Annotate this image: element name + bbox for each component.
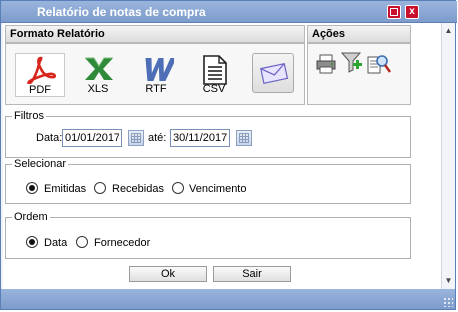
radio-emitidas[interactable] [26, 182, 38, 194]
radio-fornecedor-label: Fornecedor [94, 237, 151, 249]
radio-emitidas-label: Emitidas [44, 183, 87, 195]
radio-data[interactable] [26, 236, 38, 248]
exit-button[interactable]: Sair [213, 266, 291, 282]
export-pdf-button[interactable]: PDF [15, 53, 65, 97]
scroll-down-icon[interactable]: ▼ [442, 275, 455, 287]
status-bar [1, 289, 455, 309]
maximize-button[interactable] [387, 5, 401, 19]
export-panel-header: Formato Relatório [5, 25, 305, 43]
close-button[interactable]: x [405, 5, 419, 19]
csv-icon [203, 55, 227, 85]
actions-panel-header: Ações [307, 25, 411, 43]
search-report-icon[interactable] [367, 53, 391, 75]
order-legend: Ordem [12, 211, 50, 223]
end-date-calendar-icon[interactable] [236, 130, 252, 146]
export-rtf-label: RTF [145, 83, 167, 95]
print-icon[interactable] [315, 53, 337, 75]
ok-button[interactable]: Ok [129, 266, 207, 282]
window-content: Formato Relatório PDF XLS RTF CSV Ações … [3, 23, 441, 289]
radio-vencimento-label: Vencimento [189, 183, 247, 195]
order-group: Ordem Data Fornecedor [5, 211, 411, 259]
select-legend: Selecionar [12, 158, 68, 170]
export-rtf-button[interactable]: RTF [131, 53, 181, 97]
actions-panel-title: Ações [312, 28, 346, 40]
date-label: Data: [36, 132, 63, 144]
start-date-calendar-icon[interactable] [128, 130, 144, 146]
export-xls-label: XLS [87, 83, 109, 95]
select-group: Selecionar Emitidas Recebidas Vencimento [5, 158, 411, 204]
resize-grip-icon[interactable] [443, 297, 453, 307]
start-date-input[interactable] [62, 129, 122, 147]
export-csv-button[interactable]: CSV [189, 53, 239, 97]
export-pdf-label: PDF [29, 84, 51, 96]
window-title: Relatório de notas de compra [37, 5, 206, 19]
radio-fornecedor[interactable] [76, 236, 88, 248]
title-bar[interactable]: Relatório de notas de compra x [1, 1, 457, 23]
date-range-separator: até: [148, 132, 167, 144]
export-csv-label: CSV [202, 83, 226, 95]
vertical-scrollbar[interactable]: ▲ ▼ [441, 23, 455, 289]
add-filter-icon[interactable] [341, 51, 363, 75]
filters-group: Filtros Data: até: [5, 110, 411, 158]
send-email-button[interactable] [252, 53, 294, 93]
end-date-input[interactable] [170, 129, 230, 147]
radio-data-label: Data [44, 237, 68, 249]
scroll-up-icon[interactable]: ▲ [442, 25, 455, 37]
email-icon [260, 62, 289, 84]
export-xls-button[interactable]: XLS [73, 53, 123, 97]
radio-recebidas[interactable] [94, 182, 106, 194]
export-panel-title: Formato Relatório [10, 28, 105, 40]
filters-legend: Filtros [12, 110, 46, 122]
xls-icon [85, 57, 113, 80]
radio-vencimento[interactable] [172, 182, 184, 194]
rtf-icon [145, 58, 174, 81]
radio-recebidas-label: Recebidas [112, 183, 164, 195]
report-window: Relatório de notas de compra x Formato R… [0, 0, 457, 310]
pdf-icon [27, 56, 57, 84]
